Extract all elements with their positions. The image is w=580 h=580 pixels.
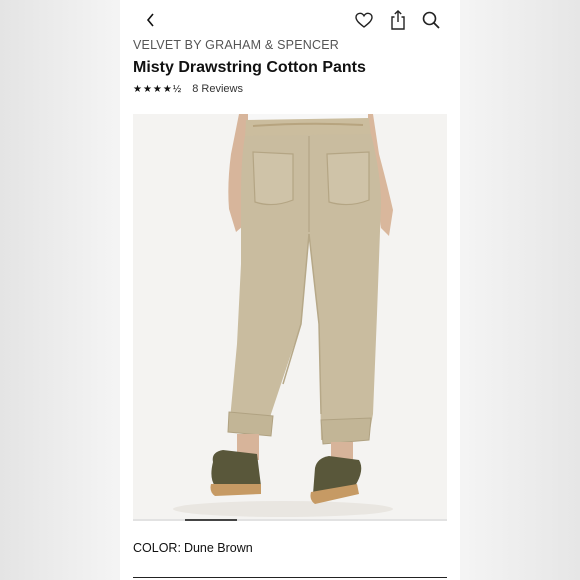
product-screen: VELVET BY GRAHAM & SPENCER Misty Drawstr…: [120, 0, 460, 580]
product-photo-illustration: [133, 114, 447, 520]
favorite-button[interactable]: [353, 9, 375, 31]
brand-name[interactable]: VELVET BY GRAHAM & SPENCER: [133, 38, 339, 52]
top-nav-bar: [120, 0, 460, 40]
carousel-active-indicator[interactable]: [185, 519, 237, 521]
share-icon: [387, 9, 409, 31]
rating-row: ★★★★½ 8 Reviews: [133, 82, 243, 96]
chevron-left-icon: [140, 9, 162, 31]
back-button[interactable]: [140, 9, 162, 31]
search-icon: [420, 9, 442, 31]
reviews-link[interactable]: 8 Reviews: [192, 83, 243, 95]
search-button[interactable]: [420, 9, 442, 31]
product-image[interactable]: [133, 114, 447, 520]
star-rating: ★★★★½: [133, 83, 183, 95]
heart-icon: [353, 9, 375, 31]
image-carousel-indicator: [133, 519, 447, 521]
share-button[interactable]: [387, 9, 409, 31]
color-label: COLOR:: [133, 541, 181, 555]
product-title: Misty Drawstring Cotton Pants: [133, 59, 366, 76]
color-value: Dune Brown: [183, 541, 253, 555]
color-selection: COLOR: Dune Brown: [133, 541, 253, 555]
section-divider: [133, 577, 447, 578]
